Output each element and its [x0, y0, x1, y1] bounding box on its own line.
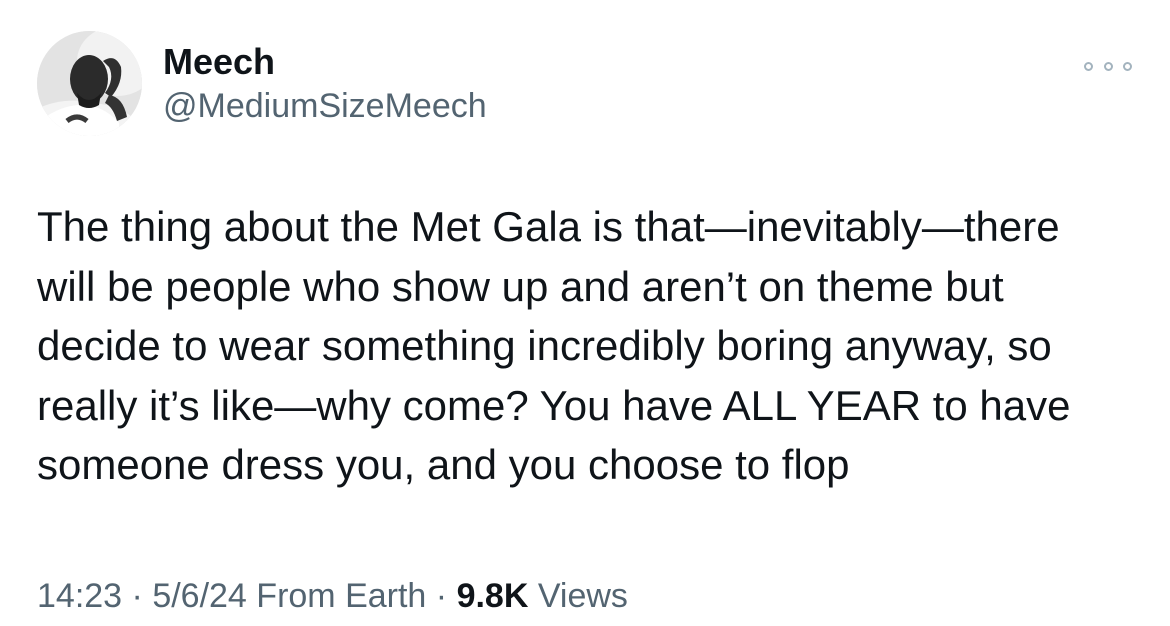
author-display-name[interactable]: Meech: [163, 40, 275, 84]
tweet-meta: 14:23 · 5/6/24 From Earth · 9.8K Views: [37, 574, 628, 618]
views-count: 9.8K: [456, 577, 529, 615]
tweet-time[interactable]: 14:23: [37, 577, 122, 615]
more-dot-icon: [1084, 61, 1093, 71]
views-label: Views: [537, 577, 628, 615]
avatar-photo: [37, 31, 142, 136]
meta-separator: ·: [122, 577, 153, 615]
tweet-source: From Earth: [256, 577, 427, 615]
tweet-text: The thing about the Met Gala is that—ine…: [37, 203, 1071, 488]
author-handle[interactable]: @MediumSizeMeech: [163, 84, 487, 128]
more-dot-icon: [1103, 61, 1113, 71]
avatar[interactable]: [37, 31, 142, 136]
more-dot-icon: [1123, 61, 1132, 71]
meta-separator: ·: [426, 577, 457, 615]
tweet-date[interactable]: 5/6/24: [152, 577, 247, 615]
more-options-icon[interactable]: [1084, 52, 1132, 80]
